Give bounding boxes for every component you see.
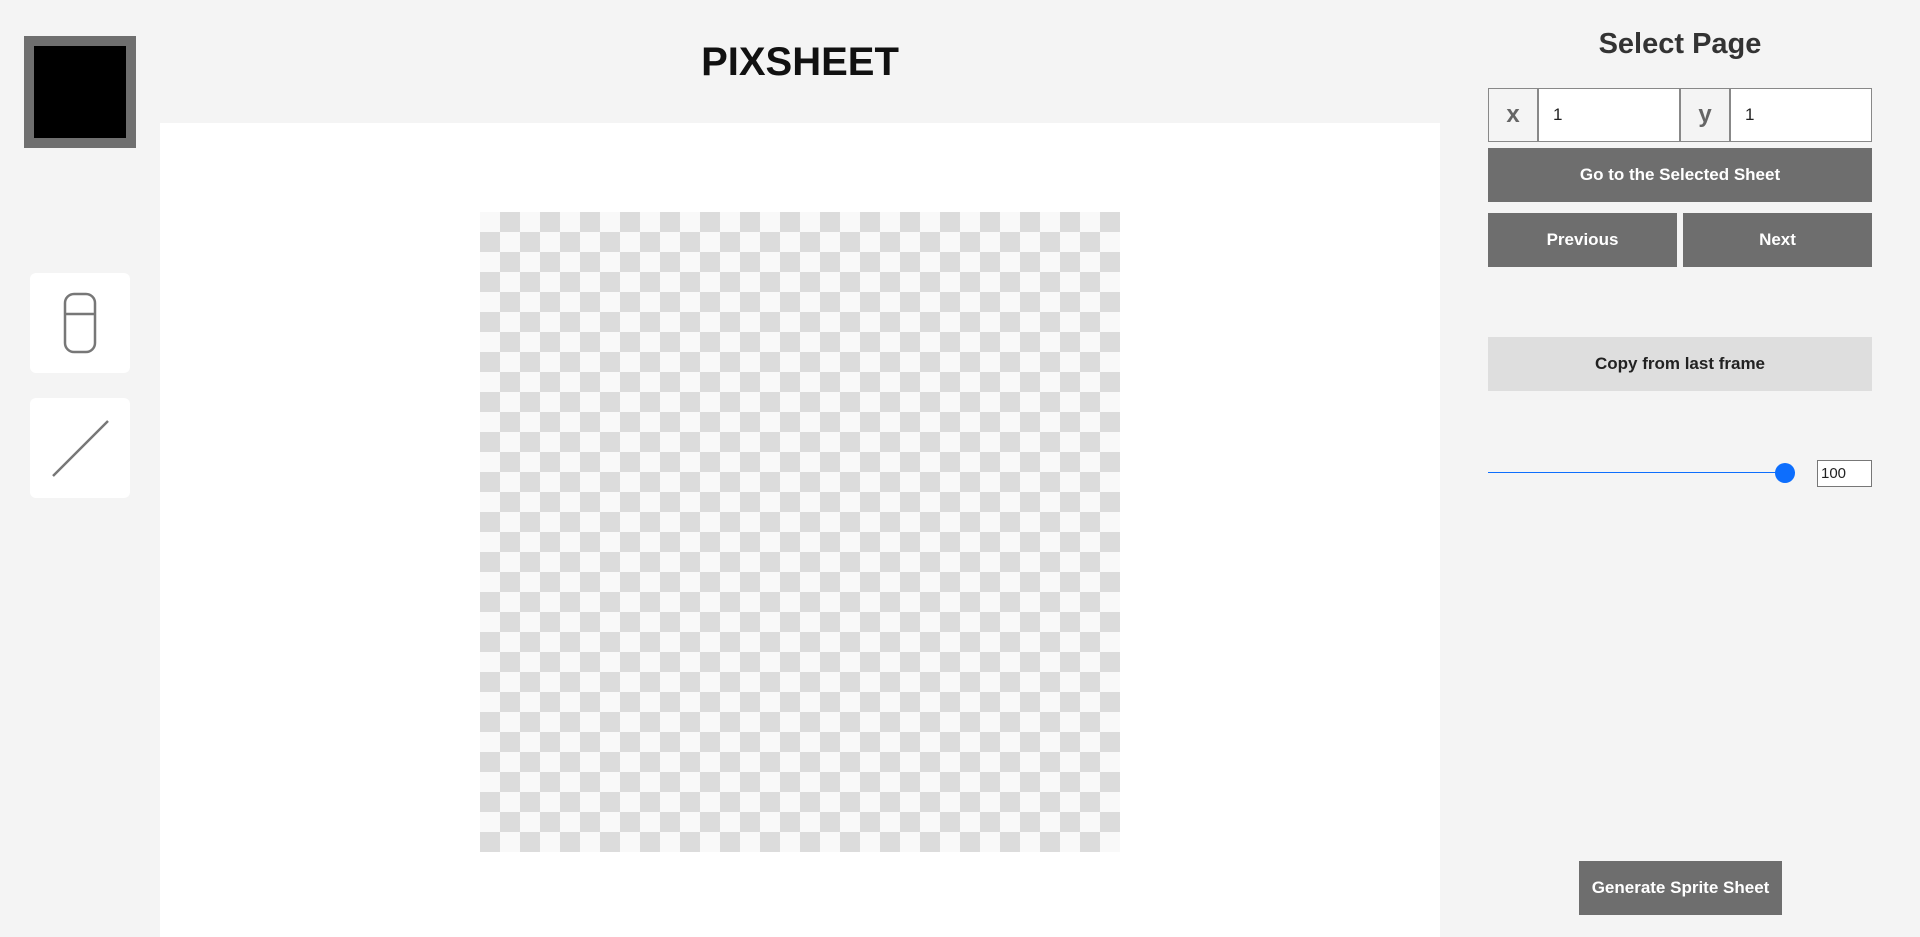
opacity-value-input[interactable] — [1817, 460, 1872, 487]
app-title: PIXSHEET — [701, 40, 899, 84]
x-input[interactable] — [1538, 88, 1680, 142]
previous-button[interactable]: Previous — [1488, 213, 1677, 267]
generate-sprite-sheet-button[interactable]: Generate Sprite Sheet — [1579, 861, 1782, 915]
next-button[interactable]: Next — [1683, 213, 1872, 267]
page-coordinate-row: x y — [1488, 88, 1872, 142]
opacity-slider-thumb[interactable] — [1775, 463, 1795, 483]
eraser-tool-button[interactable] — [30, 273, 130, 373]
line-tool-button[interactable] — [30, 398, 130, 498]
current-color-fill — [34, 46, 126, 138]
y-input[interactable] — [1730, 88, 1872, 142]
y-label: y — [1680, 88, 1730, 142]
line-icon — [52, 420, 109, 477]
select-page-title: Select Page — [1598, 28, 1762, 60]
eraser-icon — [63, 292, 97, 354]
drawing-canvas[interactable] — [480, 212, 1120, 852]
color-picker-swatch[interactable] — [24, 36, 136, 148]
go-to-sheet-button[interactable]: Go to the Selected Sheet — [1488, 148, 1872, 202]
opacity-slider-track[interactable] — [1488, 472, 1795, 473]
app-root: PIXSHEET Select Page x y Go to the Selec… — [0, 0, 1920, 937]
canvas-area — [160, 123, 1440, 937]
x-label: x — [1488, 88, 1538, 142]
copy-last-frame-button[interactable]: Copy from last frame — [1488, 337, 1872, 391]
